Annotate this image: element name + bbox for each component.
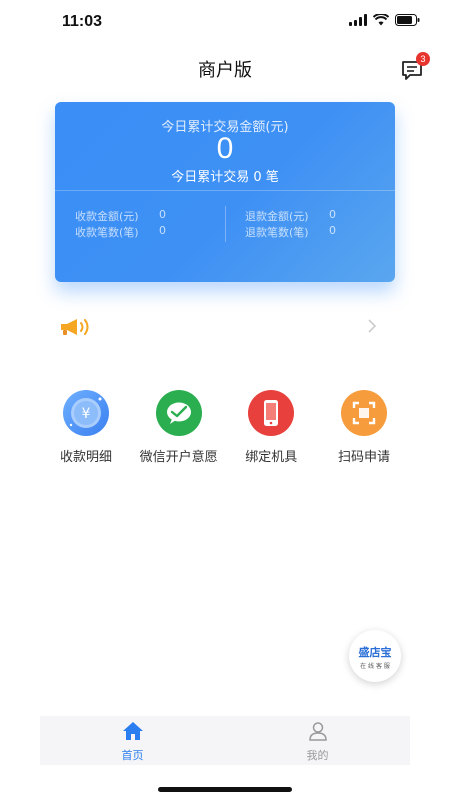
card-vertical-divider	[225, 206, 226, 242]
refund-amount-stat: 退款金额(元) 0	[245, 208, 336, 224]
receive-amount-label: 收款金额(元)	[75, 210, 139, 223]
scan-icon	[340, 390, 387, 436]
cs-sub: 在 线 客 服	[360, 663, 390, 670]
grid-label: 扫码申请	[337, 450, 390, 465]
grid-label: 微信开户意愿	[139, 450, 218, 465]
today-count-text: 今日累计交易 0 笔	[171, 170, 279, 185]
grid-item-scan-apply[interactable]: 扫码申请	[318, 390, 410, 465]
tab-mine[interactable]: 我的	[225, 716, 410, 765]
grid-label: 收款明细	[59, 450, 112, 465]
battery-icon	[395, 14, 420, 26]
wifi-icon	[373, 14, 389, 26]
notice-row[interactable]	[55, 312, 395, 342]
status-time: 11:03	[62, 13, 103, 30]
receive-amount-stat: 收款金额(元) 0	[75, 208, 166, 224]
customer-service-button[interactable]: 盛店宝 在 线 客 服	[349, 630, 401, 682]
grid-item-payment-details[interactable]: ¥ 收款明细	[40, 390, 132, 465]
today-amount-value: 0	[216, 132, 234, 165]
message-button[interactable]: 3	[400, 52, 430, 82]
receive-count-label: 收款笔数(笔)	[75, 226, 139, 239]
status-icons	[349, 14, 420, 26]
receive-count-stat: 收款笔数(笔) 0	[75, 224, 166, 240]
svg-text:¥: ¥	[82, 406, 91, 422]
user-icon	[308, 722, 327, 741]
tab-bar: 首页 我的	[40, 716, 410, 765]
wechat-icon	[155, 390, 202, 436]
speaker-icon	[61, 319, 89, 335]
cs-logo: 盛店宝	[358, 646, 392, 659]
refund-count-stat: 退款笔数(笔) 0	[245, 224, 336, 240]
page-title: 商户版	[198, 60, 252, 81]
function-grid: ¥ 收款明细 微信开户意愿 绑定机具 扫码申请	[40, 390, 410, 465]
tab-home-label: 首页	[121, 749, 144, 762]
summary-card[interactable]: 今日累计交易金额(元) 0 今日累计交易 0 笔 收款金额(元) 0 收款笔数(…	[55, 102, 395, 282]
home-icon	[122, 722, 143, 740]
phone-device-icon	[248, 390, 295, 436]
tab-mine-label: 我的	[306, 749, 329, 762]
yuan-coin-icon: ¥	[63, 390, 109, 436]
home-indicator	[158, 787, 292, 792]
header: 商户版 3	[0, 44, 450, 92]
tab-home[interactable]: 首页	[40, 716, 225, 765]
refund-amount-value: 0	[329, 208, 336, 221]
card-divider	[55, 190, 395, 191]
receive-count-value: 0	[159, 224, 166, 237]
receive-amount-value: 0	[159, 208, 166, 221]
chevron-right-icon	[368, 319, 377, 333]
refund-amount-label: 退款金额(元)	[245, 210, 309, 223]
refund-count-value: 0	[329, 224, 336, 237]
grid-item-wechat-account[interactable]: 微信开户意愿	[133, 390, 225, 465]
signal-icon	[349, 14, 367, 26]
message-badge: 3	[416, 52, 430, 66]
grid-label: 绑定机具	[245, 450, 298, 465]
grid-item-bind-device[interactable]: 绑定机具	[225, 390, 317, 465]
status-bar: 11:03	[0, 0, 450, 44]
refund-count-label: 退款笔数(笔)	[245, 226, 309, 239]
